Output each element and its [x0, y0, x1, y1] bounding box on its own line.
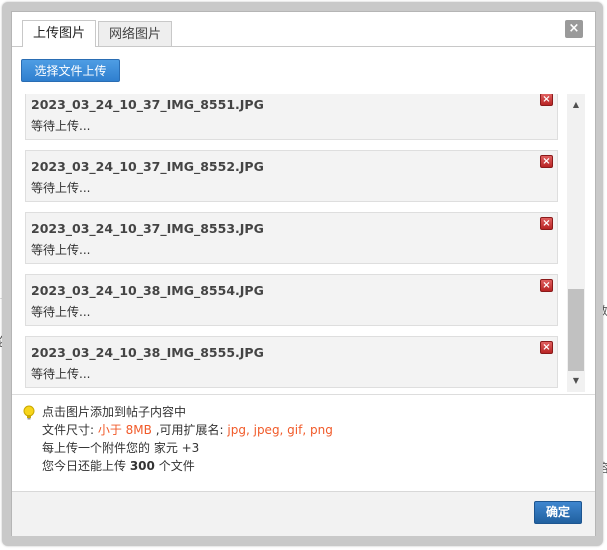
file-name: 2023_03_24_10_37_IMG_8551.JPG: [31, 97, 264, 112]
size-value: 小于 8MB: [97, 423, 152, 437]
confirm-button[interactable]: 确定: [534, 501, 582, 524]
close-icon[interactable]: ×: [565, 20, 583, 38]
lightbulb-icon: [23, 405, 35, 420]
remove-icon[interactable]: ×: [540, 279, 553, 292]
tab-upload-image[interactable]: 上传图片: [22, 20, 97, 47]
file-name: 2023_03_24_10_38_IMG_8554.JPG: [31, 283, 264, 298]
size-label: 文件尺寸:: [42, 423, 98, 437]
info-quota: 您今日还能上传 300 个文件: [42, 457, 195, 475]
file-item: 2023_03_24_10_37_IMG_8552.JPG 等待上传... ×: [25, 150, 558, 202]
info-reward: 每上传一个附件您的 家元 +3: [42, 441, 200, 455]
info-file-size: 文件尺寸: 小于 8MB ,可用扩展名: jpg, jpeg, gif, png: [42, 421, 333, 439]
select-file-upload-button[interactable]: 选择文件上传: [21, 59, 120, 82]
file-name: 2023_03_24_10_37_IMG_8553.JPG: [31, 221, 264, 236]
list-divider: [12, 394, 595, 395]
file-item: 2023_03_24_10_38_IMG_8555.JPG 等待上传... ×: [25, 336, 558, 388]
scroll-down-arrow-icon[interactable]: ▼: [567, 372, 585, 390]
tab-divider: [12, 46, 595, 47]
tab-web-image[interactable]: 网络图片: [98, 21, 173, 47]
quota-prefix: 您今日还能上传: [42, 459, 130, 473]
ext-label: ,可用扩展名:: [151, 423, 228, 437]
dialog-footer: 确定: [12, 491, 595, 536]
quota-suffix: 个文件: [154, 459, 195, 473]
quota-value: 300: [129, 459, 155, 473]
file-name: 2023_03_24_10_37_IMG_8552.JPG: [31, 159, 264, 174]
remove-icon[interactable]: ×: [540, 155, 553, 168]
tab-bar: 上传图片 网络图片: [22, 20, 174, 47]
file-status: 等待上传...: [31, 181, 91, 195]
file-status: 等待上传...: [31, 243, 91, 257]
remove-icon[interactable]: ×: [540, 341, 553, 354]
file-list-scrollbar[interactable]: ▲ ▼: [567, 94, 585, 392]
remove-icon[interactable]: ×: [540, 217, 553, 230]
remove-icon[interactable]: ×: [540, 94, 553, 106]
info-tip: 点击图片添加到帖子内容中: [42, 405, 187, 419]
upload-dialog: 上传图片 网络图片 × 选择文件上传 2023_03_24_10_37_IMG_…: [11, 11, 596, 536]
scroll-thumb[interactable]: [568, 289, 584, 371]
file-status: 等待上传...: [31, 367, 91, 381]
upload-info: 点击图片添加到帖子内容中 文件尺寸: 小于 8MB ,可用扩展名: jpg, j…: [22, 403, 562, 487]
file-status: 等待上传...: [31, 119, 91, 133]
file-item: 2023_03_24_10_37_IMG_8553.JPG 等待上传... ×: [25, 212, 558, 264]
file-item: 2023_03_24_10_38_IMG_8554.JPG 等待上传... ×: [25, 274, 558, 326]
scroll-up-arrow-icon[interactable]: ▲: [567, 96, 585, 114]
file-item: 2023_03_24_10_37_IMG_8551.JPG 等待上传... ×: [25, 94, 558, 140]
file-list: 2023_03_24_10_37_IMG_8551.JPG 等待上传... × …: [21, 94, 567, 392]
file-name: 2023_03_24_10_38_IMG_8555.JPG: [31, 345, 264, 360]
ext-value: jpg, jpeg, gif, png: [227, 423, 333, 437]
file-status: 等待上传...: [31, 305, 91, 319]
